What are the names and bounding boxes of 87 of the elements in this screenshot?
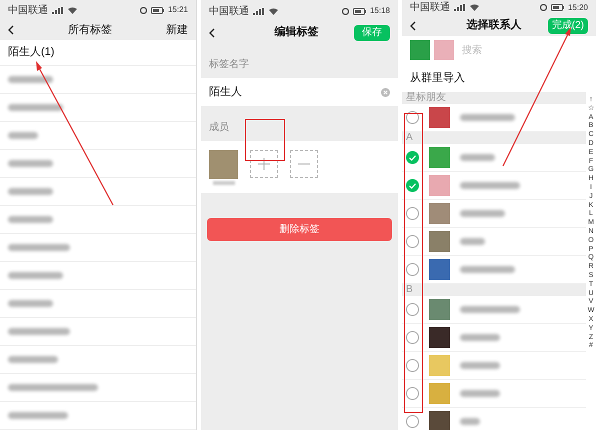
- blurred-name: [8, 272, 63, 279]
- check-icon: [409, 154, 416, 160]
- select-checkbox[interactable]: [406, 303, 419, 316]
- blurred-name: [460, 238, 485, 245]
- blurred-name: [8, 412, 68, 419]
- section-header: B: [406, 285, 413, 295]
- blurred-name: [8, 160, 53, 167]
- photo-placeholder: [429, 259, 450, 280]
- blurred-name: [8, 244, 70, 251]
- select-checkbox[interactable]: [406, 263, 419, 276]
- photo-placeholder: [429, 383, 450, 404]
- battery-icon: [150, 6, 164, 14]
- select-checkbox[interactable]: [406, 111, 419, 124]
- blurred-name: [212, 181, 234, 185]
- back-icon[interactable]: [410, 20, 416, 30]
- photo-placeholder: [410, 40, 430, 60]
- tag-name-field[interactable]: 陌生人: [201, 78, 398, 106]
- photo-placeholder: [429, 203, 450, 224]
- tag-row[interactable]: 陌生人(1): [0, 40, 196, 66]
- field-label: 标签名字: [209, 59, 249, 70]
- new-link[interactable]: 新建: [166, 22, 188, 38]
- blurred-name: [8, 132, 38, 139]
- blurred-name: [8, 356, 58, 363]
- blurred-name: [460, 390, 500, 397]
- check-icon: [409, 182, 416, 188]
- photo-placeholder: [429, 175, 450, 196]
- blurred-name: [460, 334, 500, 341]
- select-checkbox[interactable]: [406, 207, 419, 220]
- time-text: 15:18: [370, 5, 390, 17]
- blurred-name: [8, 188, 53, 195]
- photo-placeholder: [429, 231, 450, 252]
- carrier-text: 中国联通: [209, 4, 249, 18]
- contact-row[interactable]: [402, 324, 586, 352]
- screen-title: 编辑标签: [274, 24, 318, 40]
- blurred-name: [460, 266, 515, 273]
- blurred-name: [8, 328, 70, 335]
- add-member-button[interactable]: [250, 150, 278, 178]
- battery-icon: [550, 4, 564, 11]
- wifi-icon: [68, 6, 77, 14]
- time-text: 15:20: [568, 2, 588, 14]
- photo-placeholder: [429, 411, 450, 430]
- screen-title: 所有标签: [68, 22, 112, 38]
- section-header: 星标朋友: [406, 93, 446, 103]
- select-checkbox[interactable]: [406, 235, 419, 248]
- time-text: 15:21: [168, 4, 188, 16]
- select-checkbox[interactable]: [406, 151, 419, 164]
- screen-title: 选择联系人: [466, 18, 522, 34]
- blurred-name: [460, 418, 480, 425]
- photo-placeholder: [429, 327, 450, 348]
- minus-icon: [298, 163, 310, 165]
- photo-placeholder: [434, 40, 454, 60]
- photo-placeholder: [429, 299, 450, 320]
- wifi-icon: [269, 8, 278, 14]
- carrier-text: 中国联通: [8, 4, 48, 18]
- clear-icon[interactable]: [381, 88, 390, 96]
- battery-icon: [352, 8, 366, 14]
- signal-icon: [52, 6, 64, 14]
- photo-placeholder: [429, 147, 450, 168]
- field-label: 成员: [209, 122, 229, 133]
- signal-icon: [253, 8, 265, 14]
- blurred-name: [8, 300, 53, 307]
- wifi-icon: [470, 4, 479, 11]
- highlight-frame: [245, 119, 285, 161]
- import-from-group[interactable]: 从群里导入: [402, 64, 596, 92]
- blurred-name: [460, 154, 495, 161]
- signal-icon: [454, 4, 466, 11]
- carrier-text: 中国联通: [410, 0, 450, 15]
- photo-placeholder: [429, 107, 450, 128]
- blurred-name: [460, 114, 515, 121]
- select-checkbox[interactable]: [406, 331, 419, 344]
- back-icon[interactable]: [8, 25, 14, 36]
- blurred-name: [8, 76, 53, 83]
- plus-icon: [258, 158, 270, 170]
- blurred-name: [8, 216, 53, 223]
- select-checkbox[interactable]: [406, 415, 419, 428]
- blurred-name: [460, 306, 520, 313]
- blurred-name: [460, 182, 520, 189]
- blurred-name: [460, 210, 505, 217]
- blurred-name: [460, 362, 500, 369]
- section-header: A: [406, 133, 413, 143]
- photo-placeholder: [429, 355, 450, 376]
- select-checkbox[interactable]: [406, 387, 419, 400]
- remove-member-button[interactable]: [290, 150, 318, 178]
- back-icon[interactable]: [209, 28, 215, 38]
- blurred-name: [8, 104, 63, 111]
- select-checkbox[interactable]: [406, 179, 419, 192]
- select-checkbox[interactable]: [406, 359, 419, 372]
